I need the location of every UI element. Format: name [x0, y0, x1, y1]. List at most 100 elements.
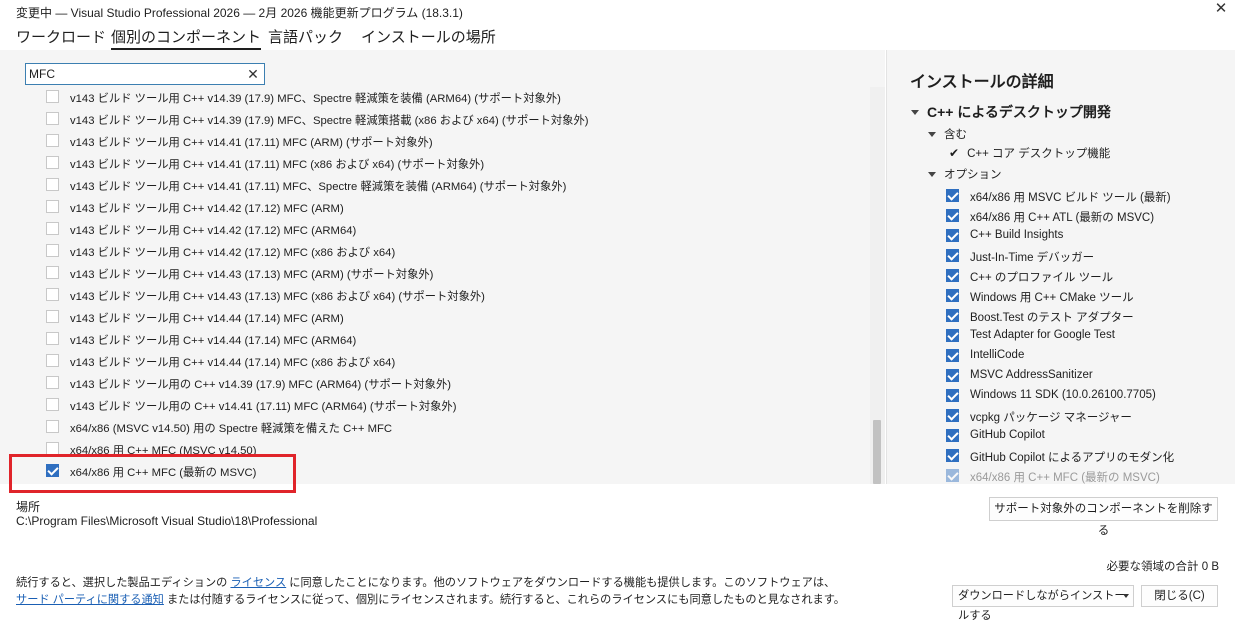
- component-checkbox[interactable]: [46, 266, 59, 279]
- component-row[interactable]: v143 ビルド ツール用の C++ v14.39 (17.9) MFC (AR…: [0, 373, 870, 395]
- components-scrollbar[interactable]: [870, 87, 885, 484]
- component-row[interactable]: v143 ビルド ツール用 C++ v14.44 (17.14) MFC (AR…: [0, 329, 870, 351]
- component-row[interactable]: v143 ビルド ツール用 C++ v14.41 (17.11) MFC、Spe…: [0, 175, 870, 197]
- license-link[interactable]: ライセンス: [230, 577, 286, 589]
- search-box: ✕: [25, 63, 265, 85]
- search-input[interactable]: [29, 66, 239, 82]
- component-row[interactable]: v143 ビルド ツール用 C++ v14.44 (17.14) MFC (x8…: [0, 351, 870, 373]
- component-checkbox[interactable]: [46, 200, 59, 213]
- component-label: v143 ビルド ツール用 C++ v14.41 (17.11) MFC、Spe…: [70, 181, 567, 193]
- optional-item[interactable]: Windows 用 C++ CMake ツール: [887, 286, 1235, 306]
- component-row[interactable]: v143 ビルド ツール用 C++ v14.43 (17.13) MFC (x8…: [0, 285, 870, 307]
- optional-checkbox[interactable]: [946, 309, 959, 322]
- component-checkbox[interactable]: [46, 354, 59, 367]
- tab-workloads[interactable]: ワークロード: [16, 26, 106, 47]
- optional-item[interactable]: GitHub Copilot: [887, 426, 1235, 446]
- component-checkbox[interactable]: [46, 178, 59, 191]
- optional-item[interactable]: Boost.Test のテスト アダプター: [887, 306, 1235, 326]
- component-label: x64/x86 (MSVC v14.50) 用の Spectre 軽減策を備えた…: [70, 423, 393, 435]
- optional-checkbox[interactable]: [946, 229, 959, 242]
- optional-checkbox[interactable]: [946, 249, 959, 262]
- install-mode-dropdown[interactable]: ダウンロードしながらインストールする: [952, 585, 1134, 620]
- workload-group[interactable]: C++ によるデスクトップ開発: [911, 102, 1111, 122]
- optional-item[interactable]: x64/x86 用 C++ MFC (最新の MSVC): [887, 466, 1235, 484]
- optional-item[interactable]: C++ Build Insights: [887, 226, 1235, 246]
- component-row[interactable]: v143 ビルド ツール用 C++ v14.39 (17.9) MFC、Spec…: [0, 87, 870, 109]
- component-checkbox[interactable]: [46, 442, 59, 455]
- component-checkbox[interactable]: [46, 222, 59, 235]
- component-row[interactable]: v143 ビルド ツール用 C++ v14.44 (17.14) MFC (AR…: [0, 307, 870, 329]
- optional-checkbox[interactable]: [946, 469, 959, 482]
- optional-item-label: GitHub Copilot: [970, 429, 1045, 441]
- optional-item[interactable]: vcpkg パッケージ マネージャー: [887, 406, 1235, 426]
- optional-checkbox[interactable]: [946, 349, 959, 362]
- component-checkbox[interactable]: [46, 398, 59, 411]
- optional-checkbox[interactable]: [946, 329, 959, 342]
- component-checkbox[interactable]: [46, 464, 59, 477]
- component-checkbox[interactable]: [46, 332, 59, 345]
- optional-item[interactable]: IntelliCode: [887, 346, 1235, 366]
- component-label: v143 ビルド ツール用の C++ v14.39 (17.9) MFC (AR…: [70, 379, 452, 391]
- optional-item[interactable]: Test Adapter for Google Test: [887, 326, 1235, 346]
- component-row[interactable]: v143 ビルド ツール用 C++ v14.42 (17.12) MFC (AR…: [0, 197, 870, 219]
- optional-item-label: MSVC AddressSanitizer: [970, 369, 1093, 381]
- component-checkbox[interactable]: [46, 112, 59, 125]
- optional-item[interactable]: GitHub Copilot によるアプリのモダン化: [887, 446, 1235, 466]
- component-row[interactable]: v143 ビルド ツール用 C++ v14.39 (17.9) MFC、Spec…: [0, 109, 870, 131]
- component-row[interactable]: v143 ビルド ツール用 C++ v14.41 (17.11) MFC (x8…: [0, 153, 870, 175]
- component-checkbox[interactable]: [46, 376, 59, 389]
- close-button[interactable]: 閉じる(C): [1141, 585, 1218, 607]
- optional-item-label: Windows 用 C++ CMake ツール: [970, 292, 1134, 304]
- details-title: インストールの詳細: [910, 74, 1054, 91]
- expand-arrow-icon[interactable]: [928, 171, 936, 177]
- optional-item-label: Windows 11 SDK (10.0.26100.7705): [970, 389, 1156, 401]
- check-mark-icon: ✔: [949, 146, 960, 160]
- component-row[interactable]: x64/x86 用 C++ MFC (MSVC v14.50): [0, 439, 870, 461]
- component-checkbox[interactable]: [46, 310, 59, 323]
- scrollbar-thumb[interactable]: [873, 420, 881, 484]
- tab-individual-components[interactable]: 個別のコンポーネント: [111, 26, 262, 50]
- component-checkbox[interactable]: [46, 420, 59, 433]
- component-checkbox[interactable]: [46, 134, 59, 147]
- expand-arrow-icon[interactable]: [911, 109, 919, 115]
- optional-item[interactable]: x64/x86 用 MSVC ビルド ツール (最新): [887, 186, 1235, 206]
- optional-item[interactable]: MSVC AddressSanitizer: [887, 366, 1235, 386]
- component-row[interactable]: x64/x86 用 C++ MFC (最新の MSVC): [0, 461, 870, 483]
- optional-item[interactable]: x64/x86 用 C++ ATL (最新の MSVC): [887, 206, 1235, 226]
- close-window-icon[interactable]: ✕: [1213, 1, 1229, 17]
- optional-item[interactable]: Just-In-Time デバッガー: [887, 246, 1235, 266]
- optional-checkbox[interactable]: [946, 409, 959, 422]
- optional-checkbox[interactable]: [946, 289, 959, 302]
- component-label: v143 ビルド ツール用 C++ v14.41 (17.11) MFC (AR…: [70, 137, 433, 149]
- optional-checkbox[interactable]: [946, 429, 959, 442]
- optional-checkbox[interactable]: [946, 449, 959, 462]
- optional-checkbox[interactable]: [946, 189, 959, 202]
- component-row[interactable]: v143 ビルド ツール用 C++ v14.41 (17.11) MFC (AR…: [0, 131, 870, 153]
- tab-install-location[interactable]: インストールの場所: [361, 26, 496, 47]
- remove-unsupported-button[interactable]: サポート対象外のコンポーネントを削除する: [989, 497, 1218, 537]
- expand-arrow-icon[interactable]: [928, 131, 936, 137]
- component-row[interactable]: v143 ビルド ツール用の C++ v14.41 (17.11) MFC (A…: [0, 395, 870, 417]
- component-checkbox[interactable]: [46, 156, 59, 169]
- optional-item-label: C++ のプロファイル ツール: [970, 272, 1114, 284]
- optional-item-label: Test Adapter for Google Test: [970, 329, 1115, 341]
- component-row[interactable]: v143 ビルド ツール用 C++ v14.42 (17.12) MFC (AR…: [0, 219, 870, 241]
- optional-checkbox[interactable]: [946, 209, 959, 222]
- optional-item[interactable]: Windows 11 SDK (10.0.26100.7705): [887, 386, 1235, 406]
- component-row[interactable]: v143 ビルド ツール用 C++ v14.43 (17.13) MFC (AR…: [0, 263, 870, 285]
- component-row[interactable]: x64/x86 (MSVC v14.50) 用の Spectre 軽減策を備えた…: [0, 417, 870, 439]
- component-row[interactable]: v143 ビルド ツール用 C++ v14.42 (17.12) MFC (x8…: [0, 241, 870, 263]
- clear-search-icon[interactable]: ✕: [245, 65, 261, 83]
- optional-checkbox[interactable]: [946, 369, 959, 382]
- optional-group[interactable]: オプション: [928, 166, 1002, 182]
- component-checkbox[interactable]: [46, 244, 59, 257]
- optional-checkbox[interactable]: [946, 269, 959, 282]
- optional-item[interactable]: C++ のプロファイル ツール: [887, 266, 1235, 286]
- tab-language-packs[interactable]: 言語パック: [268, 26, 343, 47]
- install-mode-label: ダウンロードしながらインストールする: [958, 590, 1126, 620]
- component-checkbox[interactable]: [46, 288, 59, 301]
- optional-checkbox[interactable]: [946, 389, 959, 402]
- component-checkbox[interactable]: [46, 90, 59, 103]
- third-party-notice-link[interactable]: サード パーティに関する通知: [16, 594, 164, 606]
- included-group[interactable]: 含む: [928, 126, 967, 142]
